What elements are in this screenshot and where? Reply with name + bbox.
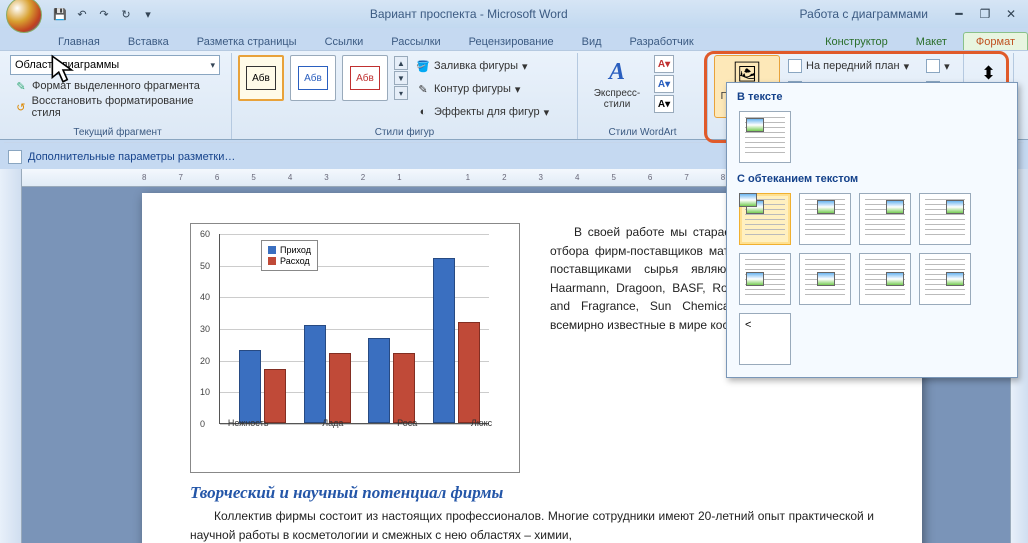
window-title: Вариант проспекта - Microsoft Word [158,7,780,21]
context-tab-title: Работа с диаграммами [780,7,949,21]
tab-insert[interactable]: Вставка [116,33,181,50]
qat-dropdown-icon[interactable]: ▾ [138,4,158,24]
wordart-quickstyles-button[interactable]: A Экспресс-стили [584,55,650,114]
popup-heading-wrap: С обтеканием текстом [729,169,1015,187]
shape-outline-button[interactable]: ✎Контур фигуры ▾ [412,78,553,100]
group-title-wordart: Стили WordArt [578,127,707,138]
reset-style-button[interactable]: ↺Восстановить форматирование стиля [10,97,225,117]
position-top-center[interactable] [799,193,851,245]
format-selection-button[interactable]: ✎Формат выделенного фрагмента [10,76,225,96]
qat-redo-icon[interactable]: ↷ [94,4,114,24]
tab-view[interactable]: Вид [570,33,614,50]
popup-heading-inline: В тексте [729,87,1015,105]
position-middle-left[interactable] [739,253,791,305]
bring-front-button[interactable]: На передний план ▾ [784,55,918,77]
position-top-right-2[interactable] [919,193,971,245]
paint-bucket-icon: 🪣 [416,59,430,73]
tab-mailings[interactable]: Рассылки [379,33,452,50]
tab-review[interactable]: Рецензирование [457,33,566,50]
section-heading: Творческий и научный потенциал фирмы [190,483,874,503]
wordart-a-icon: A [609,59,625,86]
body-paragraph-2: Коллектив фирмы состоит из настоящих про… [190,507,874,543]
shape-effects-button[interactable]: ◐Эффекты для фигур ▾ [412,101,553,123]
align-icon [926,59,940,73]
pencil-icon: ✎ [14,79,28,93]
position-inline[interactable] [739,111,791,163]
tab-chartlayout[interactable]: Макет [904,33,959,50]
vertical-ruler [0,169,22,543]
group-title-shapestyles: Стили фигур [232,127,577,138]
front-icon [788,59,802,73]
tab-layout[interactable]: Разметка страницы [185,33,309,50]
chart-legend: ПриходРасход [261,240,318,271]
shape-gallery-scroll[interactable]: ▲▼▾ [394,56,408,100]
chart-element-combo[interactable]: Область диаграммы [10,55,220,75]
position-top-right[interactable] [859,193,911,245]
align-button[interactable]: ▾ [922,55,954,77]
position-bottom-left[interactable]: < [739,313,791,365]
size-icon: ⬍ [981,63,996,84]
position-middle-right-2[interactable] [919,253,971,305]
minimize-button[interactable]: ━ [948,5,970,23]
tab-home[interactable]: Главная [46,33,112,50]
shape-style-1[interactable]: Абв [238,55,284,101]
qat-repeat-icon[interactable]: ↻ [116,4,136,24]
text-fill-button[interactable]: A▾ [654,55,674,73]
shape-style-2[interactable]: Абв [290,55,336,101]
close-button[interactable]: ✕ [1000,5,1022,23]
qat-undo-icon[interactable]: ↶ [72,4,92,24]
group-title-current: Текущий фрагмент [4,127,231,138]
effects-icon: ◐ [416,105,430,119]
restore-button[interactable]: ❐ [974,5,996,23]
position-middle-right[interactable] [859,253,911,305]
pen-icon: ✎ [416,82,430,96]
position-dropdown: В тексте С обтеканием текстом < [726,82,1018,378]
tab-design[interactable]: Конструктор [813,33,900,50]
reset-icon: ↺ [14,100,28,114]
tab-references[interactable]: Ссылки [313,33,376,50]
position-middle-center[interactable] [799,253,851,305]
qat-save-icon[interactable]: 💾 [50,4,70,24]
text-effects-button[interactable]: A▾ [654,95,674,113]
tab-developer[interactable]: Разработчик [618,33,706,50]
shape-style-3[interactable]: Абв [342,55,388,101]
embedded-chart[interactable]: 0102030405060 НежностьЛадаРосаЛюкс Прихо… [190,223,520,473]
text-outline-button[interactable]: A▾ [654,75,674,93]
tab-format[interactable]: Формат [963,32,1028,50]
shape-fill-button[interactable]: 🪣Заливка фигуры ▾ [412,55,553,77]
dialog-icon [8,150,22,164]
